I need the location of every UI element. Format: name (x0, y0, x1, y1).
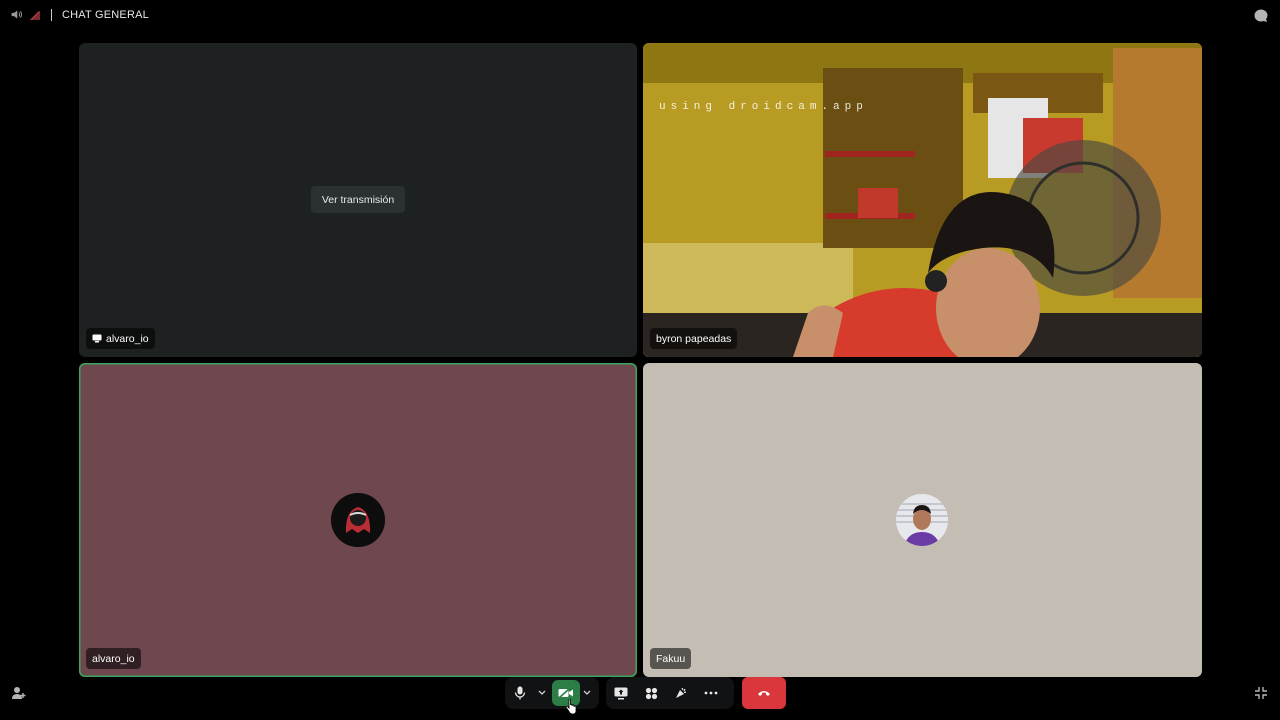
camera-options-button[interactable] (580, 678, 594, 708)
microphone-icon (514, 686, 526, 700)
chevron-down-icon (583, 690, 591, 696)
channel-title: CHAT GENERAL (62, 8, 149, 21)
soundboard-button[interactable] (666, 678, 696, 708)
participant-name: alvaro_io (92, 652, 135, 665)
disconnect-button[interactable] (742, 677, 786, 709)
participant-tile-avatar[interactable]: Fakuu (643, 363, 1202, 677)
microphone-options-button[interactable] (535, 678, 549, 708)
speaker-icon[interactable] (10, 8, 23, 21)
activities-button[interactable] (636, 678, 666, 708)
microphone-button[interactable] (505, 678, 535, 708)
channel-header: CHAT GENERAL (10, 8, 149, 21)
activities-icon (645, 687, 658, 700)
participant-name: alvaro_io (106, 332, 149, 345)
hang-up-icon (757, 689, 771, 697)
audio-video-group (505, 677, 599, 709)
header-divider (51, 8, 52, 21)
participant-tile-stream[interactable]: Ver transmisión alvaro_io (79, 43, 637, 357)
chat-icon[interactable] (1252, 7, 1270, 25)
watch-stream-button[interactable]: Ver transmisión (311, 186, 405, 213)
avatar (896, 494, 948, 546)
screen-share-button[interactable] (606, 678, 636, 708)
screen-share-indicator-icon (92, 334, 102, 343)
participant-name: Fakuu (656, 652, 686, 665)
avatar (331, 493, 385, 547)
more-options-button[interactable] (696, 678, 726, 708)
participant-name-tag: alvaro_io (86, 328, 155, 349)
participant-name-tag: alvaro_io (86, 648, 141, 669)
camera-icon (558, 687, 574, 699)
participant-tile-avatar[interactable]: alvaro_io (79, 363, 637, 677)
participant-name-tag: Fakuu (650, 648, 692, 669)
more-icon (704, 691, 718, 695)
webcam-video (643, 43, 1202, 357)
participant-name: byron papeadas (656, 332, 732, 345)
top-bar: CHAT GENERAL (0, 0, 1280, 32)
watermark-text: using droidcam.app (659, 101, 868, 113)
participant-name-tag: byron papeadas (650, 328, 738, 349)
actions-group (606, 677, 734, 709)
exit-fullscreen-icon[interactable] (1254, 686, 1268, 700)
participant-tile-video[interactable]: using droidcam.app byron papeadas (643, 43, 1202, 357)
soundboard-icon (674, 686, 688, 700)
screen-share-icon (614, 687, 628, 700)
call-controls (0, 677, 1280, 709)
pointer-cursor-icon (565, 699, 577, 715)
chevron-down-icon (538, 690, 546, 696)
server-icon (29, 9, 41, 21)
